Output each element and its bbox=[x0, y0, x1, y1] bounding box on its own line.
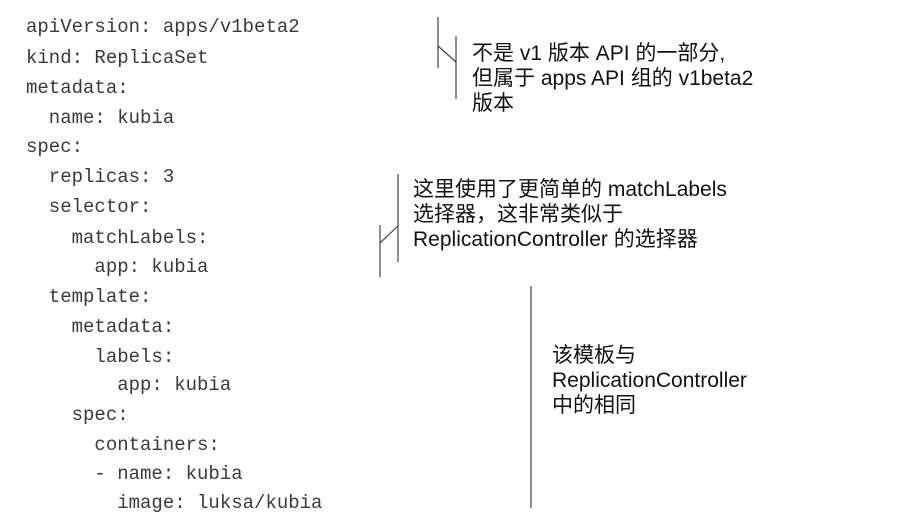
annotation-api-version: 不是 v1 版本 API 的一部分, 但属于 apps API 组的 v1bet… bbox=[472, 41, 753, 116]
callout-lines bbox=[379, 17, 532, 508]
annotation-selector-line: 选择器，这非常类似于 bbox=[413, 203, 623, 226]
annotation-api-version-line: 版本 bbox=[472, 92, 514, 115]
callout-line-api-version-diagonal bbox=[437, 45, 457, 63]
annotation-selector: 这里使用了更简单的 matchLabels 选择器，这非常类似于 Replica… bbox=[413, 177, 727, 252]
annotation-selector-line: 这里使用了更简单的 matchLabels bbox=[413, 178, 727, 201]
annotation-selector-line: ReplicationController 的选择器 bbox=[413, 228, 698, 251]
annotation-template-line: 中的相同 bbox=[552, 394, 636, 417]
callout-line-selector-diagonal bbox=[379, 225, 399, 244]
annotation-api-version-line: 但属于 apps API 组的 v1beta2 bbox=[472, 67, 754, 90]
annotation-template-line: ReplicationController bbox=[552, 369, 747, 392]
annotation-template: 该模板与 ReplicationController 中的相同 bbox=[552, 343, 747, 418]
annotation-template-line: 该模板与 bbox=[552, 344, 636, 367]
annotation-api-version-line: 不是 v1 版本 API 的一部分, bbox=[472, 42, 726, 65]
